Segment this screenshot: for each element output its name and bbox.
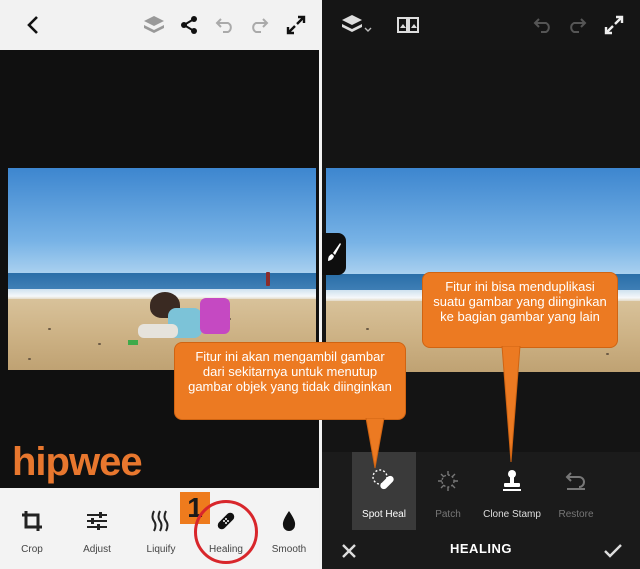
heal-tool-label: Patch (435, 509, 461, 520)
spot-heal-callout: Fitur ini akan mengambil gambar dari sek… (174, 342, 406, 420)
tool-label: Crop (21, 544, 43, 555)
spot-heal-icon (352, 466, 416, 496)
tool-adjust[interactable]: Adjust (67, 498, 127, 568)
heal-tool-restore[interactable]: Restore (548, 452, 604, 530)
stamp-icon (478, 466, 546, 496)
expand-icon[interactable] (284, 14, 308, 36)
brush-icon (326, 242, 342, 267)
heal-tool-patch[interactable]: Patch (420, 452, 476, 530)
highlight-circle (194, 500, 258, 564)
redo-icon[interactable] (566, 14, 588, 36)
heal-tool-label: Clone Stamp (483, 509, 541, 520)
crop-icon (17, 506, 47, 536)
beach-photo (8, 168, 316, 370)
tool-crop[interactable]: Crop (2, 498, 62, 568)
compare-icon[interactable] (396, 14, 420, 36)
undo-icon[interactable] (532, 14, 554, 36)
layers-icon[interactable] (142, 14, 166, 36)
redo-icon[interactable] (248, 14, 270, 36)
back-icon[interactable] (22, 14, 44, 36)
callout-pointer-left (365, 418, 385, 469)
restore-icon (548, 466, 604, 496)
tool-label: Adjust (83, 544, 111, 555)
brush-settings-tab[interactable] (322, 233, 346, 275)
sliders-icon (82, 506, 112, 536)
liquify-icon (146, 506, 176, 536)
share-icon[interactable] (178, 14, 200, 36)
confirm-icon[interactable] (602, 540, 624, 562)
expand-icon[interactable] (602, 14, 626, 36)
layers-dropdown-icon[interactable] (340, 14, 374, 36)
tool-label: Liquify (146, 544, 176, 555)
clone-stamp-callout: Fitur ini bisa menduplikasi suatu gambar… (422, 272, 618, 348)
heal-tool-label: Restore (558, 509, 594, 520)
patch-icon (420, 466, 476, 496)
callout-pointer-right (501, 346, 521, 463)
tool-smooth[interactable]: Smooth (259, 498, 319, 568)
undo-icon[interactable] (214, 14, 236, 36)
hipwee-logo: hipwee (12, 440, 143, 484)
panel-title: HEALING (450, 541, 512, 556)
droplet-icon (274, 506, 304, 536)
left-screen: hipwee Crop Adjust Liquify Healing Smoot… (0, 0, 319, 569)
tool-label: Smooth (271, 544, 307, 555)
heal-tool-label: Spot Heal (362, 509, 406, 520)
